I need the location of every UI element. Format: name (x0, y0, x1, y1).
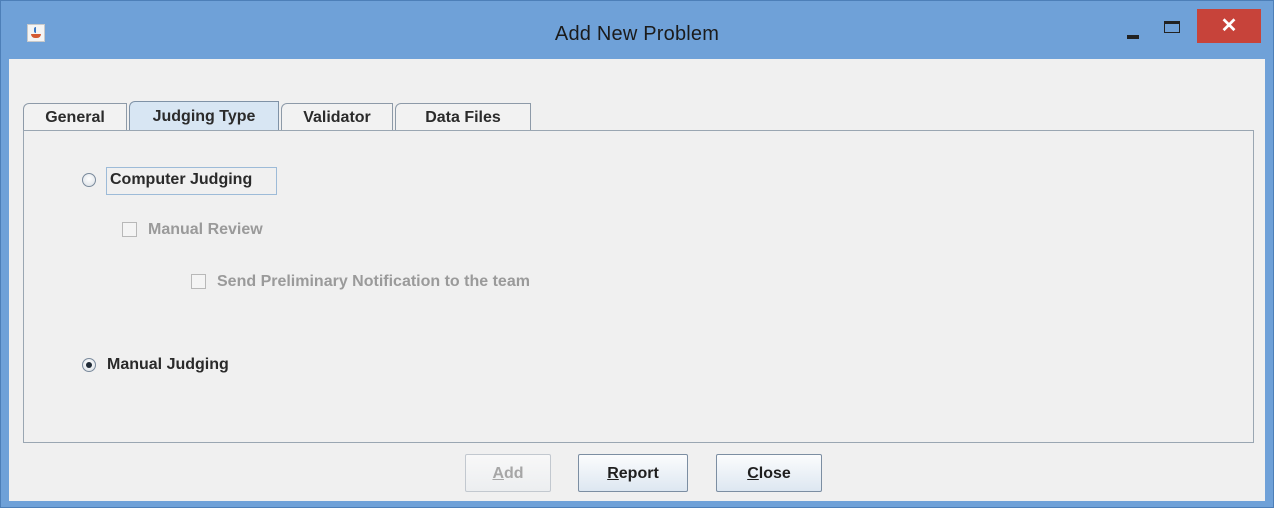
tab-validator[interactable]: Validator (281, 103, 393, 131)
send-notification-label: Send Preliminary Notification to the tea… (217, 273, 530, 290)
manual-judging-label[interactable]: Manual Judging (107, 356, 229, 374)
close-icon[interactable]: ✕ (1197, 9, 1261, 43)
maximize-icon[interactable] (1164, 21, 1180, 33)
tab-data-files[interactable]: Data Files (395, 103, 531, 131)
close-button[interactable]: Close (716, 454, 822, 492)
tab-label: General (45, 109, 105, 126)
tab-judging-type[interactable]: Judging Type (129, 101, 279, 132)
judging-type-panel: Computer Judging Manual Review Send Prel… (23, 130, 1254, 443)
tab-label: Data Files (425, 109, 501, 126)
add-button[interactable]: Add (465, 454, 551, 492)
tab-label: Validator (303, 109, 371, 126)
add-label-rest: dd (504, 465, 524, 482)
close-mnemonic: C (747, 465, 759, 482)
dialog-content: General Judging Type Validator Data File… (9, 59, 1265, 501)
window-title: Add New Problem (554, 23, 720, 45)
tab-general[interactable]: General (23, 103, 127, 131)
close-label-rest: lose (758, 465, 791, 482)
minimize-icon[interactable] (1127, 35, 1139, 39)
report-button[interactable]: Report (578, 454, 688, 492)
computer-judging-label[interactable]: Computer Judging (110, 171, 252, 189)
add-new-problem-window: Add New Problem ✕ General Judging Type V… (0, 0, 1274, 508)
title-bar[interactable]: Add New Problem ✕ (1, 1, 1273, 59)
report-label-rest: eport (618, 465, 659, 482)
report-mnemonic: R (607, 465, 619, 482)
manual-review-checkbox[interactable] (122, 222, 137, 237)
manual-judging-radio[interactable] (82, 358, 96, 372)
computer-judging-radio[interactable] (82, 173, 96, 187)
tab-label: Judging Type (152, 108, 256, 125)
add-mnemonic: A (492, 465, 504, 482)
manual-review-label: Manual Review (148, 221, 263, 238)
send-notification-checkbox[interactable] (191, 274, 206, 289)
